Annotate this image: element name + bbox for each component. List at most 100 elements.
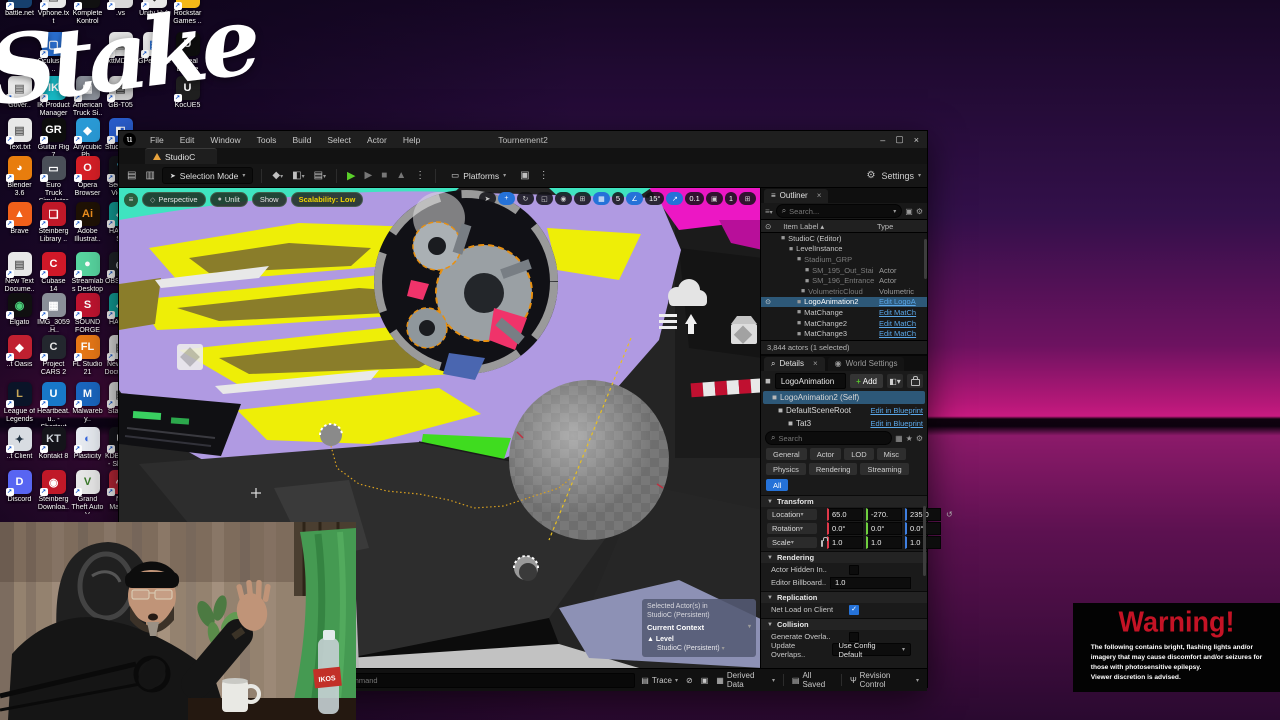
filter-chip[interactable]: Rendering: [808, 463, 858, 475]
cinematics-icon[interactable]: ▤▾: [312, 170, 328, 181]
desktop-icon[interactable]: ▤ ↗ Vphone.txt: [37, 0, 70, 26]
outliner-row[interactable]: ◼ MatChange Edit MatCh: [761, 307, 927, 318]
type-link[interactable]: Actor: [879, 276, 925, 285]
value-y[interactable]: 1.0: [866, 535, 902, 549]
outliner-row[interactable]: ◼ SM_195_Out_Stai Actor: [761, 265, 927, 276]
world-space-icon[interactable]: ◉: [554, 192, 572, 205]
platforms-button[interactable]: ▭ Platforms ▾: [444, 168, 513, 183]
type-link[interactable]: Edit MatCh: [879, 319, 925, 328]
menu-item[interactable]: File: [142, 135, 172, 145]
save-icon[interactable]: ▤: [125, 170, 138, 181]
star-icon[interactable]: ★: [906, 434, 913, 443]
value-x[interactable]: 65.0: [827, 507, 863, 521]
desktop-icon[interactable]: FL ↗ FL Studio 21: [71, 335, 104, 377]
close-icon[interactable]: ×: [817, 191, 822, 200]
minimize-button[interactable]: –: [880, 135, 885, 145]
show-dropdown[interactable]: Show: [251, 192, 287, 207]
blueprint-convert-icon[interactable]: ◧▾: [887, 374, 903, 388]
filter-chip[interactable]: Actor: [809, 448, 842, 460]
scrollbar[interactable]: [924, 239, 927, 279]
menu-item[interactable]: Build: [284, 135, 319, 145]
component-row[interactable]: ◼ Tat3 Edit in Blueprint: [761, 417, 927, 430]
edit-in-blueprint-link[interactable]: Edit in Blueprint: [870, 406, 923, 415]
desktop-icon[interactable]: R ↗ Rockstar Games ..: [171, 0, 204, 26]
desktop-icon[interactable]: ❏ ↗ Steinberg Library ..: [37, 202, 70, 244]
title-bar[interactable]: u File Edit Window Tools Build Select Actor Hel…: [119, 131, 927, 148]
desktop-icon[interactable]: M ↗ Malwareby..: [71, 382, 104, 424]
rotate-tool-icon[interactable]: ↻: [516, 192, 534, 205]
tab-world-settings[interactable]: ◉ World Settings: [827, 356, 905, 371]
gear-icon[interactable]: ⚙: [916, 434, 923, 443]
desktop-icon[interactable]: S ↗ SOUND FORGE Au..: [71, 293, 104, 337]
screenshot-icon[interactable]: ▣: [701, 676, 709, 685]
skip-button[interactable]: ▶: [363, 170, 375, 181]
type-link[interactable]: Edit MatCh: [879, 329, 925, 338]
camera-speed-value[interactable]: 0.1: [685, 192, 704, 205]
filter-chip[interactable]: General: [766, 448, 807, 460]
filter-icon[interactable]: ≡▾: [765, 207, 773, 216]
derived-data-button[interactable]: ▦ Derived Data ▾: [716, 671, 775, 689]
desktop-icon[interactable]: O ↗ Opera Browser: [71, 156, 104, 198]
desktop-icon[interactable]: ◉ ↗ Steinberg Downloa..: [37, 470, 70, 512]
type-link[interactable]: Edit MatCh: [879, 308, 925, 317]
desktop-icon[interactable]: ▭ ↗ Euro Truck Simulator 2: [37, 156, 70, 200]
actor-name-field[interactable]: LogoAnimation: [774, 373, 847, 389]
desktop-icon[interactable]: ◆ ↗ ..t Oasis: [3, 335, 36, 369]
type-link[interactable]: Edit LogoA: [879, 297, 925, 306]
outliner-row[interactable]: ◼ LevelInstance: [761, 244, 927, 255]
blueprint-icon[interactable]: ◧▾: [290, 170, 306, 181]
desktop-icon[interactable]: L ↗ League of Legends: [3, 382, 36, 424]
menu-item[interactable]: Select: [319, 135, 359, 145]
section-rendering[interactable]: ▼ Rendering: [761, 551, 927, 563]
menu-item[interactable]: Tools: [249, 135, 285, 145]
desktop-icon[interactable]: ✦ ↗ ..t Client: [3, 427, 36, 461]
add-actor-icon[interactable]: ◆▾: [270, 170, 285, 181]
revision-control-button[interactable]: Ψ Revision Control ▾: [850, 671, 919, 689]
import-icon[interactable]: ▥: [143, 170, 156, 181]
stop-button[interactable]: ■: [379, 170, 389, 181]
desktop-icon[interactable]: ◐ ↗ Plasticity: [71, 427, 104, 461]
billboard-scale-field[interactable]: 1.0: [830, 576, 911, 589]
scale-lock-icon[interactable]: [821, 536, 828, 547]
perspective-dropdown[interactable]: ◇ Perspective: [142, 192, 206, 207]
desktop-icon[interactable]: U ↗ KocUE5: [171, 76, 204, 110]
scrollbar[interactable]: [923, 506, 926, 576]
menu-item[interactable]: Actor: [359, 135, 395, 145]
outliner-row[interactable]: ◼ MatChange2 Edit MatCh: [761, 318, 927, 329]
component-row[interactable]: ◼ LogoAnimation2 (Self): [763, 391, 925, 404]
gear-icon[interactable]: ⚙: [916, 207, 923, 216]
desktop-icon[interactable]: K ↗ Komplete Kontrol: [71, 0, 104, 26]
filter-chip[interactable]: Physics: [766, 463, 806, 475]
tab-details[interactable]: ⌕ Details ×: [764, 356, 825, 371]
desktop-icon[interactable]: ● ↗ Streamlabs Desktop: [71, 252, 104, 294]
menu-item[interactable]: Help: [395, 135, 428, 145]
desktop-icon[interactable]: ▤ ↗ Text.txt: [3, 118, 36, 152]
lock-icon[interactable]: [907, 374, 923, 388]
outliner-row[interactable]: ◼ Stadium_GRP: [761, 254, 927, 265]
view-mode-dropdown[interactable]: ● Unlit: [209, 192, 248, 207]
filter-chip[interactable]: LOD: [844, 448, 874, 460]
close-button[interactable]: ×: [914, 135, 919, 145]
section-replication[interactable]: ▼ Replication: [761, 591, 927, 603]
console-command-input[interactable]: [337, 672, 636, 688]
scale-tool-icon[interactable]: ◱: [535, 192, 553, 205]
desktop-icon[interactable]: ▦ ↗ IMG_3059.H..: [37, 293, 70, 335]
grid-snap-icon[interactable]: ▦: [592, 192, 610, 205]
desktop-icon[interactable]: Ai ↗ Adobe Illustrat..: [71, 202, 104, 244]
scalability-badge[interactable]: Scalability: Low: [290, 192, 364, 207]
eye-icon[interactable]: ⊙: [763, 298, 773, 306]
transform-label-dropdown[interactable]: Location ▾: [767, 508, 817, 520]
desktop-icon[interactable]: U ↗ Unreal Engine: [171, 32, 204, 74]
desktop-icon[interactable]: D ↗ Discord: [3, 470, 36, 504]
desktop-icon[interactable]: U ↗ Heartbeat.u.. - Shortcut: [37, 382, 70, 426]
current-context-header[interactable]: Current Context ▾: [647, 623, 751, 633]
section-collision[interactable]: ▼ Collision: [761, 618, 927, 630]
outliner-row[interactable]: ⊙ ◼ LogoAnimation2 Edit LogoA: [761, 296, 927, 308]
all-saved-button[interactable]: ▤ All Saved: [792, 671, 833, 689]
filter-chip[interactable]: Streaming: [860, 463, 909, 475]
update-overlaps-select[interactable]: Use Config Default ▾: [832, 641, 911, 659]
value-x[interactable]: 1.0: [827, 535, 863, 549]
tab-outliner[interactable]: ≡ Outliner ×: [764, 188, 829, 203]
transform-label-dropdown[interactable]: Rotation ▾: [767, 522, 817, 534]
add-component-button[interactable]: + Add: [850, 374, 883, 388]
